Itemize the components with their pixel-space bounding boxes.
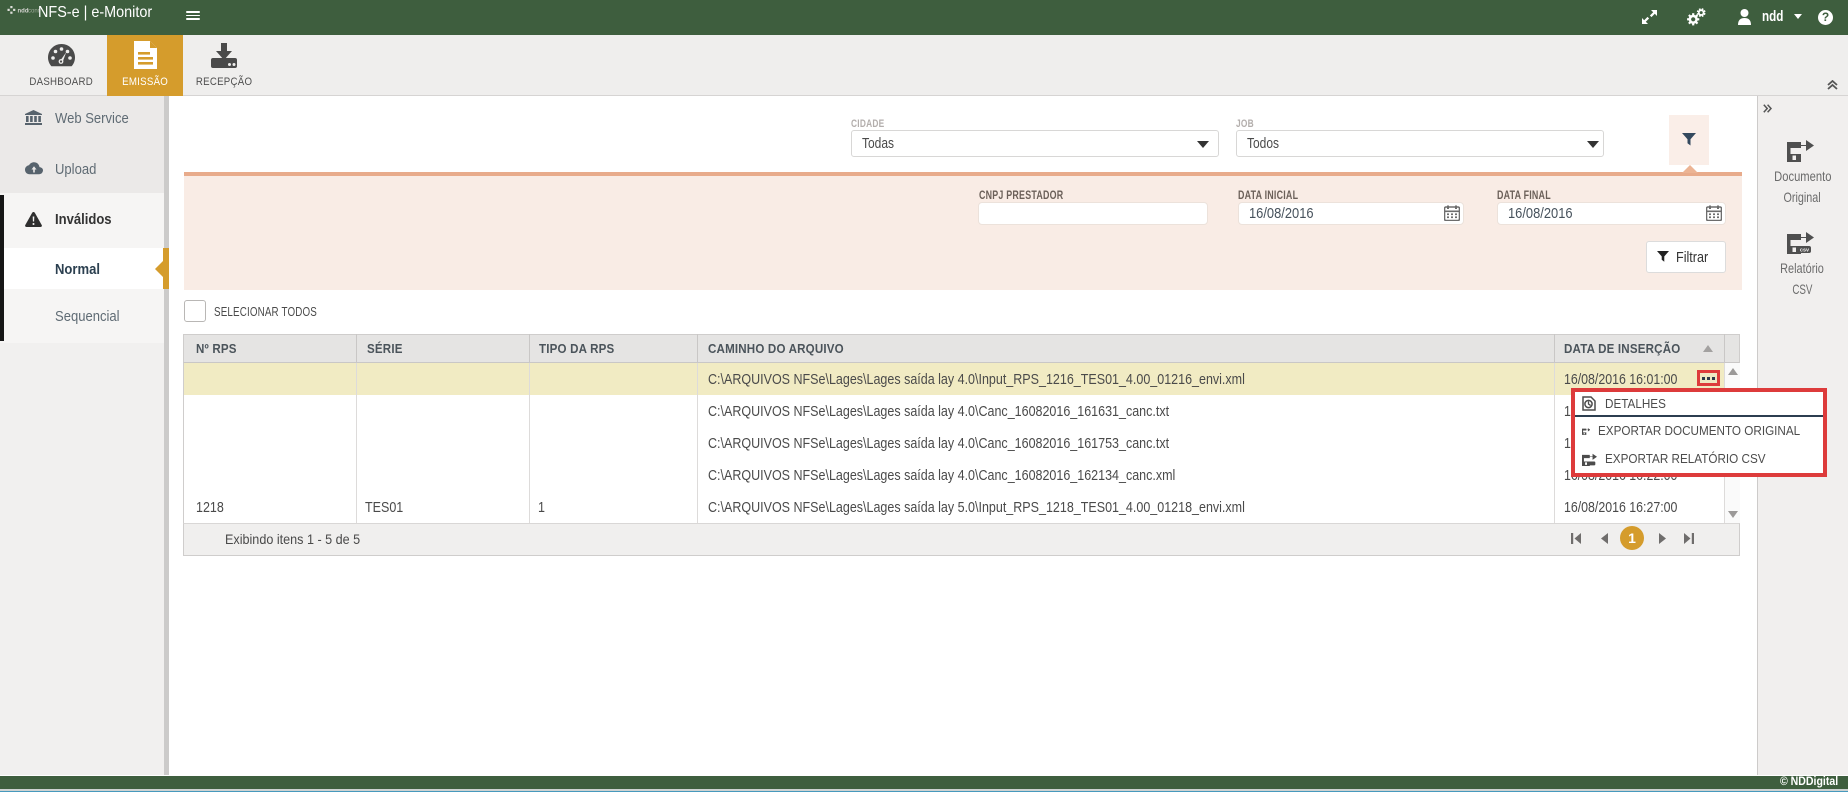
svg-text:csv: csv	[1800, 248, 1810, 254]
